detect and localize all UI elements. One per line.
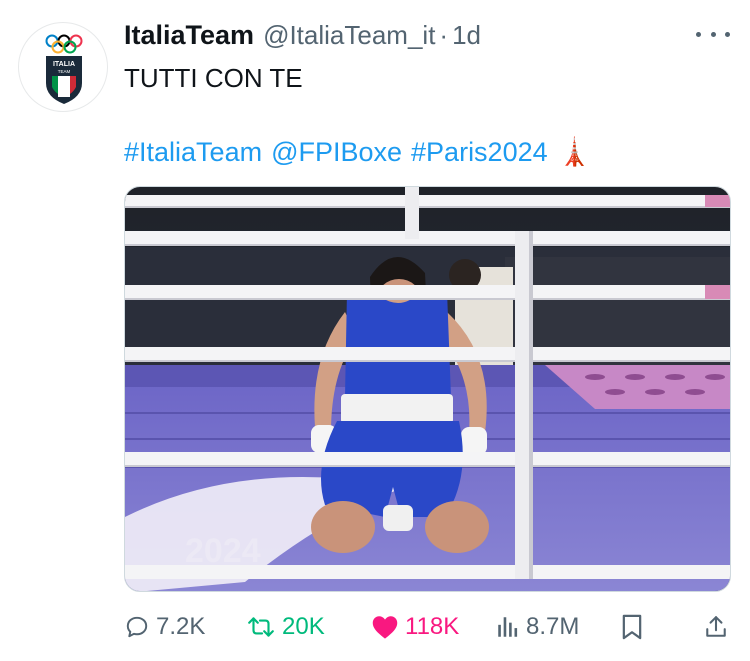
reply-icon: [126, 616, 148, 638]
tweet-text: TUTTI CON TE: [124, 63, 303, 93]
tweet-actions: 7.2K 20K 118K 8.7M: [0, 607, 750, 647]
like-button[interactable]: 118K: [371, 607, 459, 647]
like-count: 118K: [405, 613, 460, 640]
italia-team-logo: ITALIA TEAM: [45, 34, 83, 104]
boxing-photo: 2024: [125, 187, 730, 591]
reply-button[interactable]: 7.2K: [124, 607, 205, 647]
bookmark-button[interactable]: [620, 607, 650, 647]
retweet-button[interactable]: 20K: [246, 607, 325, 647]
hashtag-paris2024[interactable]: #Paris2024: [411, 137, 548, 168]
tweet-header: ItaliaTeam @ItaliaTeam_it · 1d: [124, 20, 481, 54]
author-handle[interactable]: @ItaliaTeam_it: [263, 20, 435, 51]
avatar[interactable]: ITALIA TEAM: [18, 22, 108, 112]
more-icon[interactable]: [696, 26, 730, 42]
svg-text:TEAM: TEAM: [58, 69, 71, 74]
mention-fpiboxe[interactable]: @FPIBoxe: [271, 137, 402, 168]
svg-text:ITALIA: ITALIA: [53, 61, 75, 68]
tweet-hashtags: #ItaliaTeam @FPIBoxe #Paris2024 🗼: [124, 136, 600, 168]
share-button[interactable]: [704, 607, 734, 647]
hashtag-italiateam[interactable]: #ItaliaTeam: [124, 137, 262, 168]
separator-dot: ·: [439, 20, 449, 50]
retweet-icon: [248, 617, 274, 637]
bookmark-icon: [622, 614, 642, 640]
retweet-count: 20K: [282, 613, 325, 640]
share-icon: [706, 616, 726, 637]
tweet-media-photo[interactable]: 2024: [124, 186, 731, 592]
views-button[interactable]: 8.7M: [496, 607, 579, 647]
like-icon: [372, 616, 398, 639]
views-count: 8.7M: [526, 613, 580, 640]
svg-text:2024: 2024: [185, 532, 261, 570]
views-icon: [498, 617, 518, 637]
timestamp[interactable]: 1d: [452, 20, 481, 51]
eiffel-tower-emoji: 🗼: [557, 137, 592, 167]
reply-count: 7.2K: [156, 613, 206, 640]
author-name[interactable]: ItaliaTeam: [124, 20, 254, 51]
